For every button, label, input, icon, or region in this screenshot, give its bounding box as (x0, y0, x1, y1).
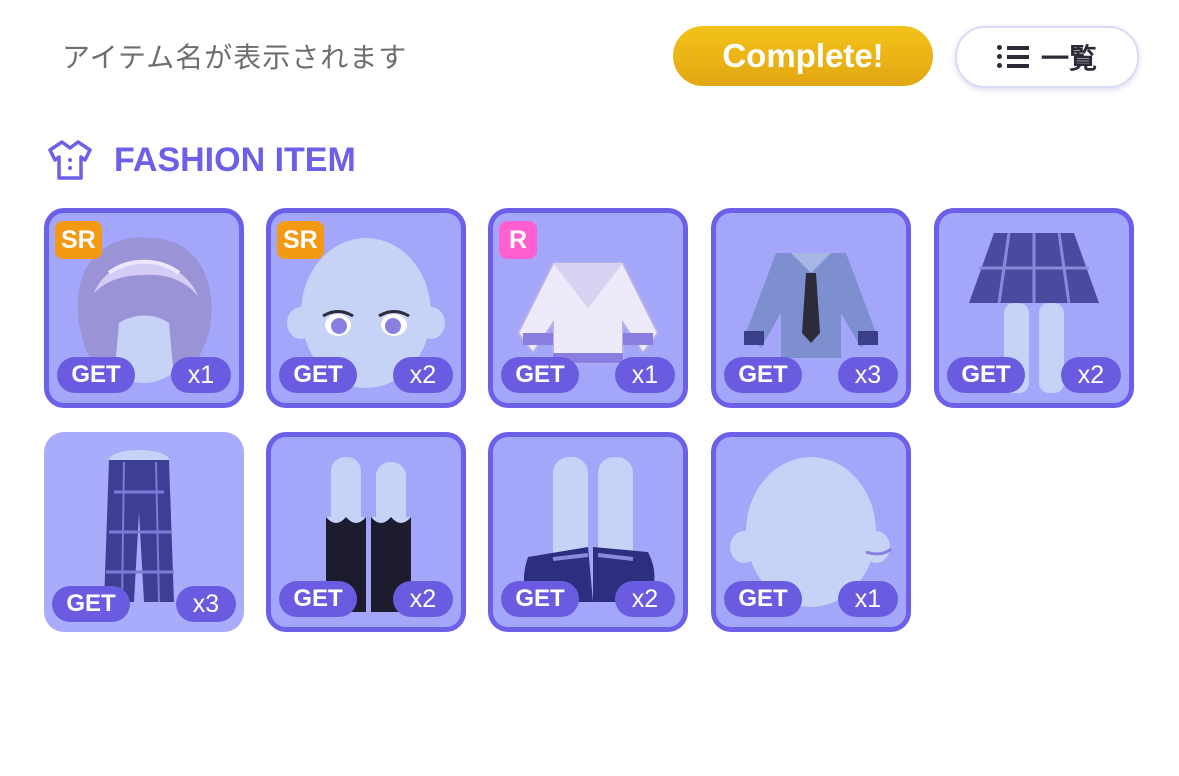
list-view-button[interactable]: 一覧 (955, 26, 1139, 88)
item-card-shoes[interactable]: GET x2 (488, 432, 688, 632)
count-badge: x1 (838, 581, 898, 617)
get-badge: GET (501, 581, 579, 617)
section-title: FASHION ITEM (114, 140, 356, 179)
get-badge: GET (52, 586, 130, 622)
item-card-pants[interactable]: GET x3 (44, 432, 244, 632)
rarity-badge: SR (55, 221, 102, 259)
list-icon (996, 44, 1029, 70)
top-bar: アイテム名が表示されます Complete! 一覧 (0, 0, 1179, 110)
item-card-skirt[interactable]: GET x2 (934, 208, 1134, 408)
list-view-label: 一覧 (1040, 42, 1097, 75)
item-name-display: アイテム名が表示されます (62, 41, 408, 74)
count-badge: x2 (393, 581, 453, 617)
count-badge: x1 (171, 357, 231, 393)
count-badge: x2 (615, 581, 675, 617)
complete-button[interactable]: Complete! (673, 26, 933, 86)
item-card-socks[interactable]: GET x2 (266, 432, 466, 632)
count-badge: x1 (615, 357, 675, 393)
get-badge: GET (501, 357, 579, 393)
get-badge: GET (279, 581, 357, 617)
get-badge: GET (279, 357, 357, 393)
rarity-badge: R (499, 221, 537, 259)
item-card-shirt[interactable]: GET x3 (711, 208, 911, 408)
get-badge: GET (947, 357, 1025, 393)
section-header: FASHION ITEM (46, 135, 356, 185)
count-badge: x2 (393, 357, 453, 393)
rarity-badge: SR (277, 221, 324, 259)
item-card-face[interactable]: SR GET x2 (266, 208, 466, 408)
item-grid: SR GET x1 SR GET x2 R GET x1 GET x3 GET … (44, 208, 1144, 638)
count-badge: x3 (838, 357, 898, 393)
get-badge: GET (724, 357, 802, 393)
item-card-jacket[interactable]: R GET x1 (488, 208, 688, 408)
get-badge: GET (57, 357, 135, 393)
item-card-accessory[interactable]: GET x1 (711, 432, 911, 632)
shirt-icon (48, 140, 92, 180)
count-badge: x3 (176, 586, 236, 622)
item-card-hair[interactable]: SR GET x1 (44, 208, 244, 408)
get-badge: GET (724, 581, 802, 617)
count-badge: x2 (1061, 357, 1121, 393)
